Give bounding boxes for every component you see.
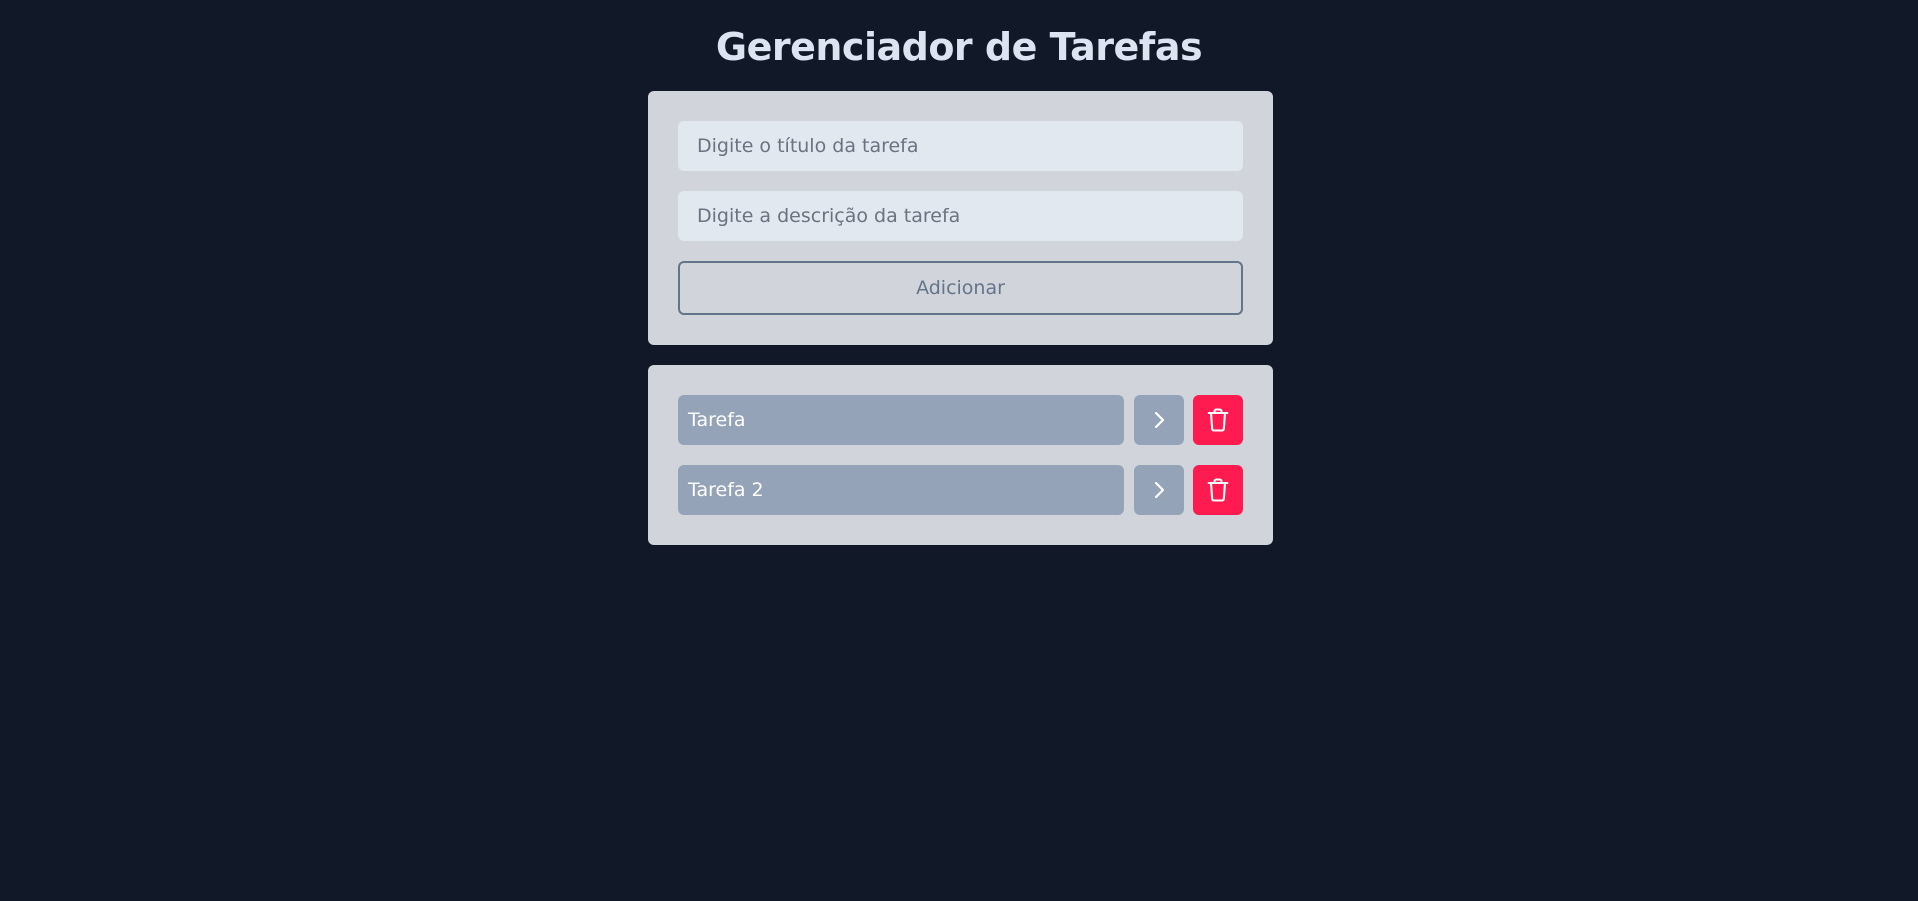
add-task-form: Adicionar [648,91,1273,345]
task-details-button[interactable] [1134,465,1184,515]
task-item: Tarefa [678,395,1243,445]
task-list: Tarefa Tarefa 2 [648,365,1273,545]
task-details-button[interactable] [1134,395,1184,445]
task-description-input[interactable] [678,191,1243,241]
delete-task-button[interactable] [1193,465,1243,515]
trash-icon [1204,406,1232,434]
add-task-button[interactable]: Adicionar [678,261,1243,315]
chevron-right-icon [1147,478,1171,502]
task-title-input[interactable] [678,121,1243,171]
chevron-right-icon [1147,408,1171,432]
page: Gerenciador de Tarefas Adicionar Tarefa [0,0,1918,901]
page-title: Gerenciador de Tarefas [715,25,1203,69]
task-title[interactable]: Tarefa [678,395,1124,445]
delete-task-button[interactable] [1193,395,1243,445]
trash-icon [1204,476,1232,504]
task-item: Tarefa 2 [678,465,1243,515]
task-title[interactable]: Tarefa 2 [678,465,1124,515]
